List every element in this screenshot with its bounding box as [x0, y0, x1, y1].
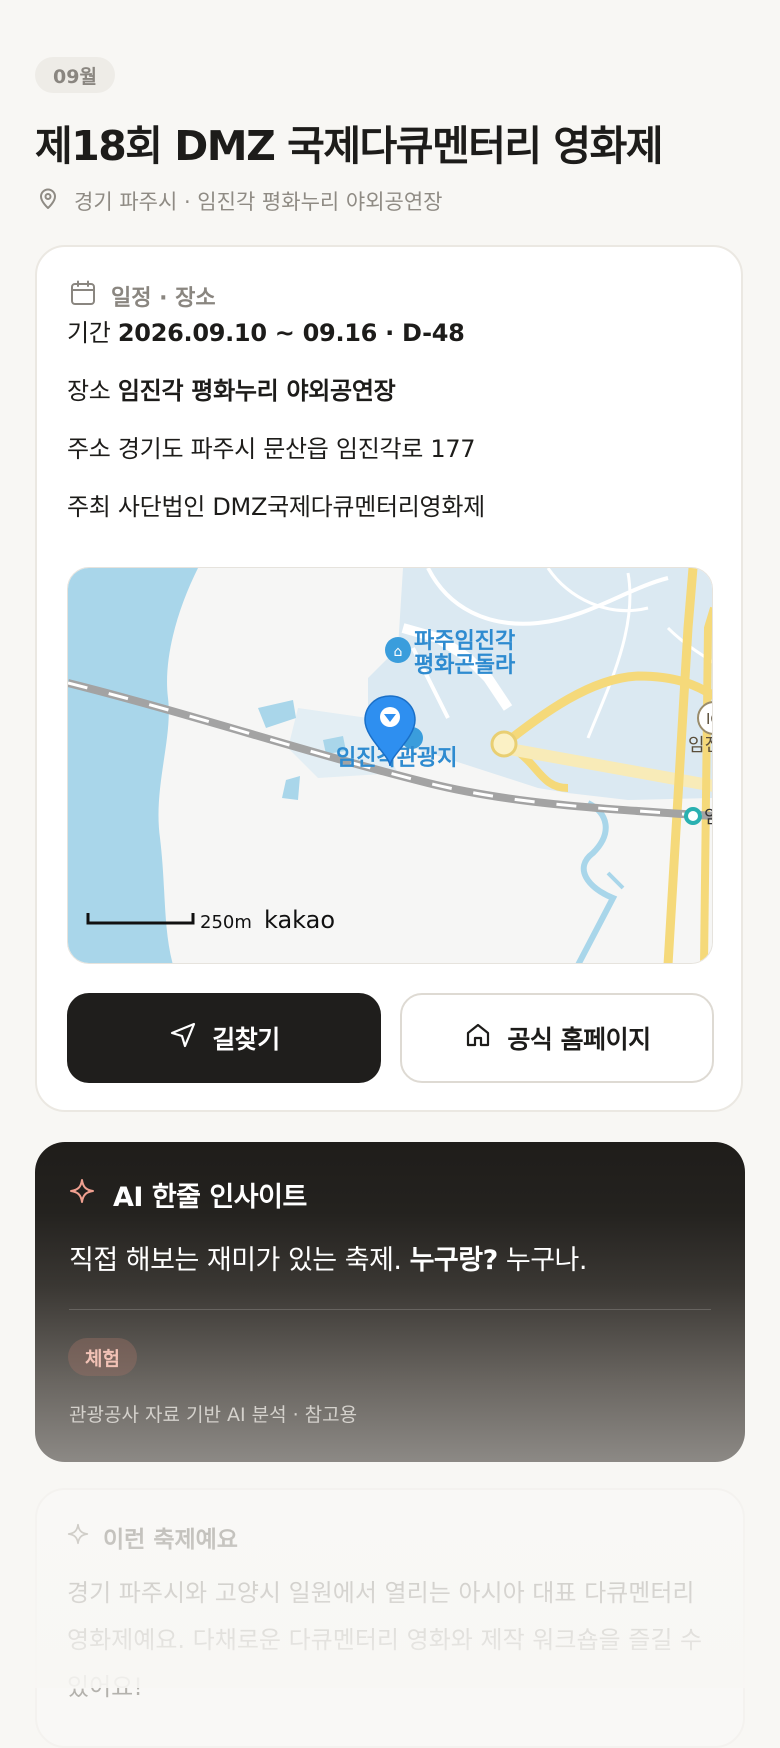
ai-insight-text: 직접 해보는 재미가 있는 축제. 누구랑? 누구나.: [69, 1238, 587, 1277]
info-label: 장소: [67, 377, 111, 405]
month-chip: 09월: [35, 57, 115, 93]
ai-insight-header: AI 한줄 인사이트: [69, 1175, 307, 1214]
sparkle-icon: [69, 1178, 95, 1211]
category-tag-label: 체험: [85, 1347, 120, 1370]
info-label: 주소: [67, 435, 111, 463]
about-festival-card: 이런 축제예요 경기 파주시와 고양시 일원에서 열리는 아시아 대표 다큐멘터…: [35, 1488, 745, 1748]
month-chip-label: 09월: [53, 65, 97, 88]
festival-detail-page: 09월 제18회 DMZ 국제다큐멘터리 영화제 경기 파주시 · 임진각 평화…: [0, 0, 780, 1748]
poi-gondola-label: 파주임진각: [414, 629, 515, 654]
info-value: 사단법인 DMZ국제다큐멘터리영화제: [117, 493, 485, 521]
info-value: 2026.09.10 ~ 09.16 · D-48: [117, 319, 465, 347]
info-row-organizer: 주최 사단법인 DMZ국제다큐멘터리영화제: [67, 487, 485, 522]
info-row-address: 주소 경기도 파주시 문산읍 임진각로 177: [67, 429, 476, 464]
ai-insight-text-bold: 누구랑?: [409, 1245, 499, 1276]
info-row-venue: 장소 임진각 평화누리 야외공연장: [67, 371, 396, 406]
svg-text:⌂: ⌂: [394, 644, 403, 660]
home-icon: [463, 1020, 493, 1056]
info-row-period: 기간 2026.09.10 ~ 09.16 · D-48: [67, 313, 465, 348]
map-canvas: ⌂ 파주임진각 평화곤돌라 임진각관광지 IC 임진 임 2: [68, 568, 713, 963]
ai-insight-title: AI 한줄 인사이트: [113, 1182, 307, 1213]
location-summary: 경기 파주시 · 임진각 평화누리 야외공연장: [36, 186, 443, 216]
card-header-label: 일정 · 장소: [111, 286, 216, 311]
about-header: 이런 축제예요: [67, 1520, 238, 1554]
ai-insight-text-1: 직접 해보는 재미가 있는 축제.: [69, 1245, 402, 1276]
map-brand-logo: kakao: [264, 906, 335, 934]
edge-label-station: 임: [704, 807, 713, 828]
ai-insight-text-2: 누구나.: [505, 1245, 588, 1276]
map-scale-label: 250m: [200, 912, 252, 933]
poi-gondola-label-2: 평화곤돌라: [414, 653, 516, 678]
sparkle-icon: [67, 1523, 89, 1551]
venue-map[interactable]: ⌂ 파주임진각 평화곤돌라 임진각관광지 IC 임진 임 2: [67, 567, 713, 964]
schedule-venue-card: 일정 · 장소 기간 2026.09.10 ~ 09.16 · D-48 장소 …: [35, 245, 743, 1112]
navigation-arrow-icon: [168, 1020, 198, 1056]
about-title: 이런 축제예요: [103, 1527, 238, 1553]
edge-label-imjin: 임진: [688, 735, 713, 756]
info-label: 기간: [67, 319, 111, 347]
ai-insight-note: 관광공사 자료 기반 AI 분석 · 참고용: [69, 1404, 358, 1426]
location-summary-text: 경기 파주시 · 임진각 평화누리 야외공연장: [74, 190, 443, 214]
official-homepage-button-label: 공식 홈페이지: [507, 1025, 651, 1054]
info-label: 주최: [67, 493, 111, 521]
directions-button-label: 길찾기: [212, 1025, 280, 1054]
map-pin-icon: [36, 187, 60, 216]
ai-insight-card: AI 한줄 인사이트 직접 해보는 재미가 있는 축제. 누구랑? 누구나. 체…: [35, 1142, 745, 1462]
directions-button[interactable]: 길찾기: [67, 993, 381, 1083]
category-tag: 체험: [68, 1338, 137, 1376]
info-value: 임진각 평화누리 야외공연장: [117, 377, 396, 405]
calendar-icon: [69, 279, 97, 313]
info-value: 경기도 파주시 문산읍 임진각로 177: [117, 435, 476, 463]
official-homepage-button[interactable]: 공식 홈페이지: [400, 993, 714, 1083]
card-header: 일정 · 장소: [69, 279, 216, 313]
edge-label-ic: IC: [706, 710, 713, 728]
page-title: 제18회 DMZ 국제다큐멘터리 영화제: [35, 122, 664, 170]
about-description: 경기 파주시와 고양시 일원에서 열리는 아시아 대표 다큐멘터리 영화제예요.…: [67, 1579, 703, 1701]
divider: [69, 1309, 711, 1310]
